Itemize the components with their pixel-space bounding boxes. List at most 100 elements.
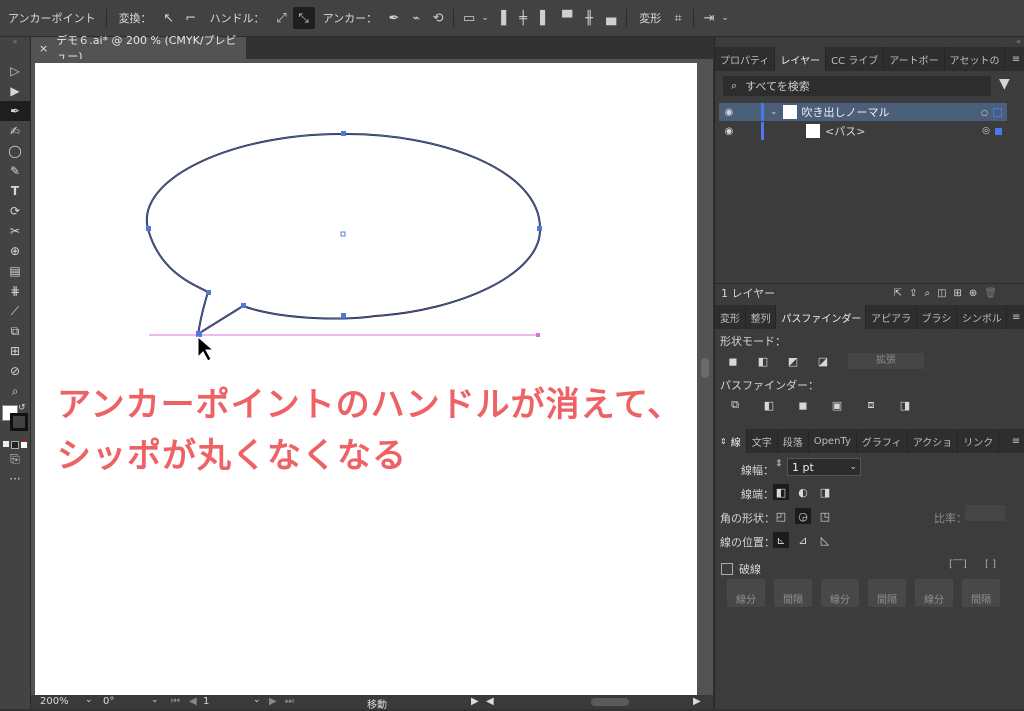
anchor-point[interactable] [537,226,542,231]
merge-icon[interactable]: ◼ [795,397,811,413]
tab-assets[interactable]: アセットの [945,47,1006,71]
next-artboard-icon[interactable]: ▶ [269,696,277,707]
round-cap-icon[interactable]: ◐ [795,484,811,500]
mesh-tool-icon[interactable]: ⋕ [0,281,30,301]
panel-menu-icon[interactable]: ≡ [1007,305,1024,329]
last-artboard-icon[interactable]: ⏭ [285,696,294,707]
show-handles-icon[interactable]: ⤢ [271,7,293,29]
intersect-icon[interactable]: ◩ [785,353,801,369]
divide-icon[interactable]: ⧉ [727,397,743,413]
artboard[interactable]: アンカーポイントのハンドルが消えて、 シッポが丸くなくなる [35,63,697,695]
gap-input[interactable]: 間隔 [774,579,812,607]
layer-row[interactable]: ◉ ⌄ 吹き出しノーマル ○ [719,103,1007,121]
expand-arrows-icon[interactable]: ⇕ [720,437,727,446]
gradient-tool-icon[interactable]: ▤ [0,261,30,281]
visibility-eye-icon[interactable]: ◉ [719,107,739,118]
zoom-value[interactable]: 200% [40,696,69,707]
align-outside-stroke-icon[interactable]: ◺ [817,532,833,548]
collapse-icon[interactable]: » [0,37,30,47]
color-icon[interactable] [3,441,9,447]
scroll-right-icon[interactable]: ▶ [693,696,701,707]
align-left-icon[interactable]: ▐ [490,7,512,29]
chevron-down-icon[interactable]: ⌄ [849,462,857,472]
tab-graphic-styles[interactable]: グラフィ [857,429,908,453]
tab-stroke[interactable]: ⇕ 線 [715,429,747,453]
document-tab[interactable]: × デモ６.ai* @ 200 % (CMYK/プレビュー) [31,34,246,63]
hide-handles-icon[interactable]: ⤡ [292,7,315,29]
close-icon[interactable]: × [39,42,48,55]
layer-row[interactable]: ◉ <パス> ◎ [719,122,1007,140]
scissors-tool-icon[interactable]: ✂ [0,221,30,241]
fill-stroke-swatches[interactable]: ↺ [0,401,30,441]
exclude-icon[interactable]: ◪ [815,353,831,369]
tab-paragraph[interactable]: 段落 [778,429,809,453]
remove-anchor-icon[interactable]: ⌁ [405,7,427,29]
align-right-icon[interactable]: ▌ [534,7,556,29]
gradient-icon[interactable] [11,441,19,449]
chevron-down-icon[interactable]: ⌄ [151,695,159,705]
collect-export-icon[interactable]: ⇱ [894,288,902,299]
convert-smooth-icon[interactable]: ⌐ [180,7,202,29]
anchor-point[interactable] [206,290,211,295]
tab-layers[interactable]: レイヤー [775,47,827,71]
tab-artboards[interactable]: アートボー [884,47,945,71]
first-artboard-icon[interactable]: ⏮ [171,696,180,707]
target-icon[interactable]: ◎ [982,126,990,136]
visibility-eye-icon[interactable]: ◉ [719,126,739,137]
align-inside-stroke-icon[interactable]: ⊿ [795,532,811,548]
blend-tool-icon[interactable]: ⧉ [0,321,30,341]
new-layer-icon[interactable]: ⊕ [969,288,977,299]
miter-join-icon[interactable]: ◰ [773,508,789,524]
chevron-down-icon[interactable]: ⌄ [253,695,261,705]
artboard-number[interactable]: 1 [203,696,209,707]
curvature-tool-icon[interactable]: ✍ [0,121,30,141]
crop-icon[interactable]: ▣ [829,397,845,413]
stepper-icon[interactable]: ⇕ [775,459,783,469]
layer-name[interactable]: <パス> [825,123,865,139]
transform-panel-link[interactable]: 変形 [639,10,661,26]
tab-properties[interactable]: プロパティ [715,47,776,71]
align-middle-icon[interactable]: ╫ [578,7,600,29]
pen-anchor-icon[interactable]: ✒ [383,7,405,29]
panel-menu-icon[interactable]: ≡ [1007,429,1024,453]
chevron-down-icon[interactable]: ⌄ [720,7,730,29]
bevel-join-icon[interactable]: ◳ [817,508,833,524]
rotate-tool-icon[interactable]: ⟳ [0,201,30,221]
layer-name[interactable]: 吹き出しノーマル [802,104,890,120]
scroll-left-icon[interactable]: ◀ [486,696,494,707]
gap-input[interactable]: 間隔 [868,579,906,607]
delete-layer-icon[interactable]: 🗑 [984,288,997,299]
filter-icon[interactable]: ▼ [999,76,1010,92]
prev-artboard-icon[interactable]: ◀ [189,696,197,707]
convert-anchor-icon[interactable]: ↖ [158,7,180,29]
make-clip-mask-icon[interactable]: ◫ [937,288,946,299]
tab-character[interactable]: 文字 [747,429,778,453]
trim-icon[interactable]: ◧ [761,397,777,413]
target-icon[interactable]: ○ [981,108,988,117]
tab-symbols[interactable]: シンボル [957,305,1008,329]
shape-builder-icon[interactable]: ⊕ [0,241,30,261]
dash-preserve-icon[interactable]: [‾‾] [949,559,967,570]
tab-brushes[interactable]: ブラシ [917,305,957,329]
stroke-swatch[interactable] [10,413,28,431]
tab-pathfinder[interactable]: パスファインダー [776,305,867,329]
align-bottom-icon[interactable]: ▄ [600,7,622,29]
tab-links[interactable]: リンク [958,429,1000,453]
type-tool-icon[interactable]: T [0,181,30,201]
anchor-point[interactable] [341,313,346,318]
zoom-tool-icon[interactable]: ⌕ [0,381,30,401]
layers-search-input[interactable]: ⌕ すべてを検索 [723,76,991,96]
slice-tool-icon[interactable]: ⊘ [0,361,30,381]
selection-tool-icon[interactable]: ▷ [0,61,30,81]
minus-back-icon[interactable]: ◨ [897,397,913,413]
eyedropper-tool-icon[interactable]: ⟋ [0,301,30,321]
tab-appearance[interactable]: アピアラ [866,305,917,329]
chevron-down-icon[interactable]: ⌄ [770,107,778,117]
anchor-point[interactable] [341,131,346,136]
chevron-down-icon[interactable]: ⌄ [480,7,490,29]
brush-tool-icon[interactable]: ✎ [0,161,30,181]
selection-indicator[interactable] [995,127,1002,135]
warp-icon[interactable]: ⇥ [698,7,720,29]
status-menu-icon[interactable]: ▶ [471,696,479,707]
butt-cap-icon[interactable]: ◧ [773,484,789,500]
